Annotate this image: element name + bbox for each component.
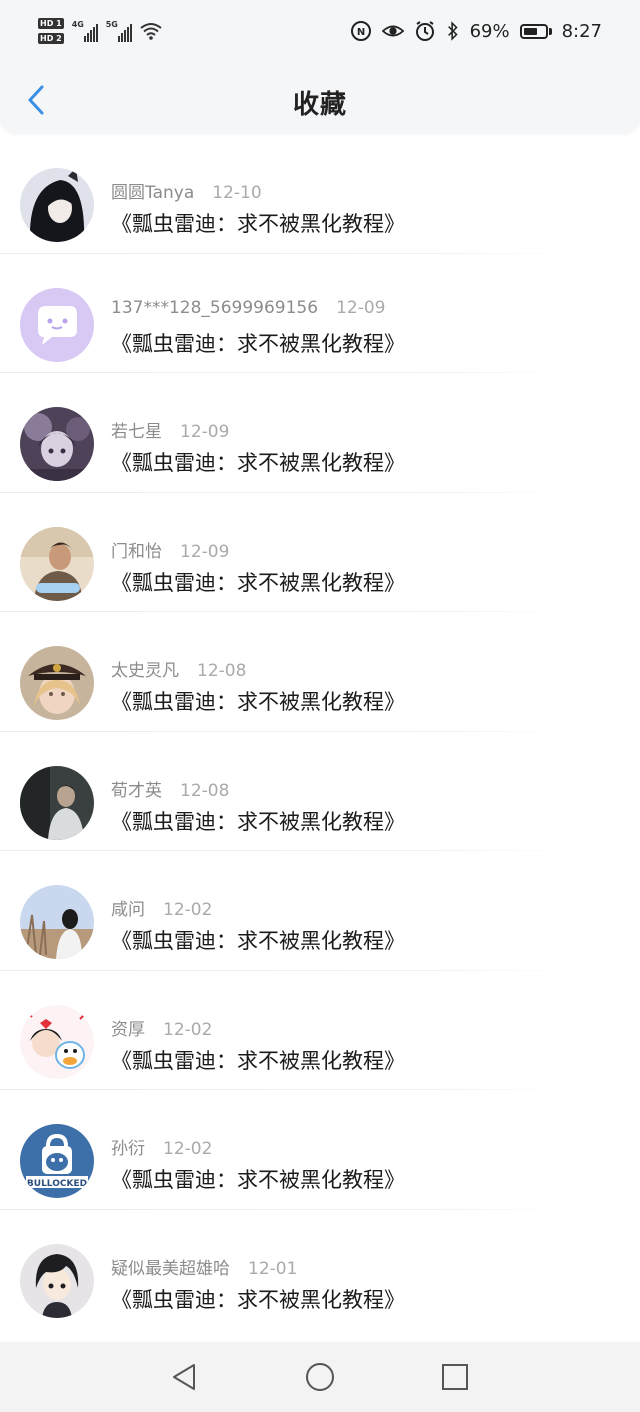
- list-item[interactable]: 咸问 12-02 《瓢虫雷迪：求不被黑化教程》: [0, 851, 640, 971]
- system-nav-bar: [0, 1342, 640, 1412]
- item-date: 12-09: [336, 297, 386, 318]
- item-title: 《瓢虫雷迪：求不被黑化教程》: [111, 331, 405, 356]
- list-item[interactable]: 若七星 12-09 《瓢虫雷迪：求不被黑化教程》: [0, 373, 640, 493]
- item-title: 《瓢虫雷迪：求不被黑化教程》: [111, 1048, 405, 1073]
- bluetooth-icon: [447, 21, 458, 41]
- recents-square-icon[interactable]: [438, 1360, 472, 1394]
- author-name: 若七星: [111, 422, 162, 442]
- item-date: 12-02: [163, 900, 213, 920]
- author-name: 咸问: [111, 900, 145, 920]
- author-name: 孙衍: [111, 1139, 145, 1159]
- avatar[interactable]: [20, 287, 94, 362]
- author-name: 137***128_5699969156: [111, 297, 319, 318]
- list-item[interactable]: BULLOCKED 孙衍 12-02 《瓢虫雷迪：求不被黑化教程》: [0, 1090, 640, 1210]
- signal-sim2-icon: 5G: [106, 20, 132, 42]
- item-date: 12-02: [163, 1139, 213, 1159]
- item-date: 12-08: [197, 661, 247, 681]
- item-date: 12-09: [180, 541, 230, 562]
- item-title: 《瓢虫雷迪：求不被黑化教程》: [111, 690, 405, 714]
- favorites-list: 圆圆Tanya 12-10 《瓢虫雷迪：求不被黑化教程》 137***128_56…: [0, 134, 640, 1329]
- item-title: 《瓢虫雷迪：求不被黑化教程》: [111, 212, 405, 236]
- hd2-badge: HD 2: [38, 33, 64, 44]
- avatar[interactable]: [20, 1243, 94, 1318]
- item-title: 《瓢虫雷迪：求不被黑化教程》: [111, 1287, 405, 1312]
- signal-group: HD 1 HD 2 4G 5G: [38, 14, 162, 48]
- back-triangle-icon[interactable]: [168, 1360, 202, 1394]
- list-item[interactable]: 资厚 12-02 《瓢虫雷迪：求不被黑化教程》: [0, 971, 640, 1090]
- page-title: 收藏: [292, 90, 347, 120]
- avatar[interactable]: [20, 168, 94, 242]
- nfc-icon: N: [350, 21, 371, 41]
- list-item[interactable]: 门和怡 12-09 《瓢虫雷迪：求不被黑化教程》: [0, 493, 640, 612]
- list-item[interactable]: 137***128_5699969156 12-09 《瓢虫雷迪：求不被黑化教程》: [0, 254, 640, 373]
- author-name: 门和怡: [111, 541, 162, 562]
- avatar[interactable]: BULLOCKED: [20, 1124, 94, 1198]
- author-name: 太史灵凡: [111, 661, 179, 681]
- avatar[interactable]: [20, 646, 94, 720]
- item-title: 《瓢虫雷迪：求不被黑化教程》: [111, 451, 405, 475]
- item-date: 12-08: [180, 780, 230, 801]
- item-title: 《瓢虫雷迪：求不被黑化教程》: [111, 570, 405, 595]
- avatar-badge-text: BULLOCKED: [27, 1179, 87, 1189]
- item-date: 12-09: [180, 422, 230, 442]
- item-title: 《瓢虫雷迪：求不被黑化教程》: [111, 809, 405, 834]
- list-item[interactable]: 荀才英 12-08 《瓢虫雷迪：求不被黑化教程》: [0, 732, 640, 851]
- author-name: 荀才英: [111, 780, 162, 801]
- list-item[interactable]: 疑似最美超雄哈 12-01 《瓢虫雷迪：求不被黑化教程》: [0, 1210, 640, 1330]
- battery-percent: 69%: [469, 20, 510, 42]
- item-date: 12-01: [248, 1258, 298, 1279]
- author-name: 圆圆Tanya: [111, 183, 195, 203]
- author-name: 疑似最美超雄哈: [111, 1258, 230, 1279]
- avatar[interactable]: [20, 1004, 94, 1079]
- list-item[interactable]: 圆圆Tanya 12-10 《瓢虫雷迪：求不被黑化教程》: [0, 134, 640, 254]
- alarm-icon: [415, 21, 434, 41]
- item-title: 《瓢虫雷迪：求不被黑化教程》: [111, 1168, 405, 1192]
- item-date: 12-02: [163, 1019, 213, 1040]
- avatar[interactable]: [20, 526, 94, 601]
- item-title: 《瓢虫雷迪：求不被黑化教程》: [111, 929, 405, 953]
- avatar[interactable]: [20, 765, 94, 840]
- avatar[interactable]: [20, 885, 94, 959]
- author-name: 资厚: [111, 1019, 145, 1040]
- wifi-icon: [140, 23, 162, 40]
- item-date: 12-10: [212, 183, 262, 203]
- eye-icon: [381, 25, 404, 37]
- nav-bar: 收藏: [0, 70, 640, 130]
- hd1-badge: HD 1: [38, 18, 64, 29]
- avatar[interactable]: [20, 407, 94, 481]
- list-item[interactable]: 太史灵凡 12-08 《瓢虫雷迪：求不被黑化教程》: [0, 612, 640, 732]
- svg-text:N: N: [356, 27, 364, 38]
- status-bar: HD 1 HD 2 4G 5G N 69% 8:27: [0, 0, 640, 62]
- battery-icon: [519, 23, 552, 39]
- signal-sim1-icon: 4G: [72, 20, 98, 42]
- top-bar: HD 1 HD 2 4G 5G N 69% 8:27 收藏: [0, 0, 640, 134]
- home-circle-icon[interactable]: [303, 1360, 337, 1394]
- clock: 8:27: [561, 20, 602, 42]
